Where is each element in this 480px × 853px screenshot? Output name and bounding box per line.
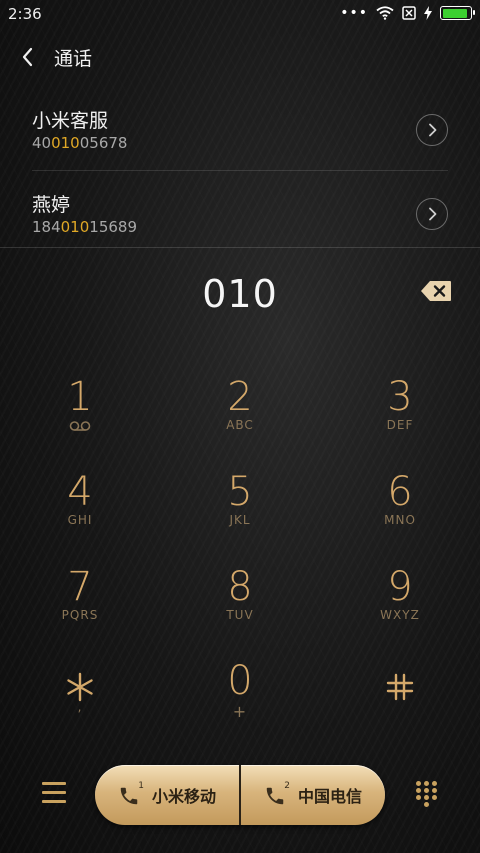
key-hash[interactable] <box>350 664 450 744</box>
call-sim1-button[interactable]: 1 小米移动 <box>95 765 239 825</box>
contact-name: 小米客服 <box>32 110 109 132</box>
phone-sim2-icon: 2 <box>264 781 290 808</box>
header: 通话 <box>0 40 480 76</box>
key-5[interactable]: 5 JKL <box>190 469 290 549</box>
key-digit: 0 <box>227 658 253 704</box>
key-letters: ABC <box>226 418 254 432</box>
no-sim-icon <box>402 6 416 20</box>
call-buttons: 1 小米移动 2 中国电信 <box>95 765 385 825</box>
call-sim2-button[interactable]: 2 中国电信 <box>241 765 385 825</box>
more-dots-icon: ••• <box>340 5 368 21</box>
key-2[interactable]: 2 ABC <box>190 374 290 454</box>
key-letters: DEF <box>386 418 414 432</box>
contact-detail-arrow-icon[interactable] <box>416 114 448 146</box>
key-star[interactable]: , <box>30 664 130 744</box>
contact-detail-arrow-icon[interactable] <box>416 198 448 230</box>
contact-name: 燕婷 <box>32 194 71 216</box>
key-3[interactable]: 3 DEF <box>350 374 450 454</box>
key-0[interactable]: 0 + <box>190 658 290 738</box>
sim1-label: 小米移动 <box>151 787 216 806</box>
key-letters: GHI <box>67 513 93 527</box>
key-letters: TUV <box>226 608 254 622</box>
key-digit: 4 <box>67 469 93 515</box>
key-4[interactable]: 4 GHI <box>30 469 130 549</box>
contact-row[interactable]: 燕婷 18401015689 <box>0 170 480 254</box>
page-title: 通话 <box>54 48 93 70</box>
key-letters: , <box>77 700 83 714</box>
keypad-panel-top-border <box>0 247 480 248</box>
key-digit: 9 <box>387 564 413 610</box>
key-9[interactable]: 9 WXYZ <box>350 564 450 644</box>
asterisk-icon <box>67 672 93 702</box>
key-digit: 2 <box>227 374 253 420</box>
charging-icon <box>424 6 432 20</box>
status-bar: 2:36 ••• <box>0 0 480 28</box>
dialpad-icon[interactable] <box>416 781 438 807</box>
contact-row[interactable]: 小米客服 4001005678 <box>0 86 480 170</box>
back-arrow-icon[interactable] <box>18 44 40 70</box>
status-time: 2:36 <box>8 5 42 23</box>
phone-sim1-icon: 1 <box>118 781 144 808</box>
hash-icon <box>386 673 414 701</box>
key-digit: 7 <box>67 564 93 610</box>
key-digit: 1 <box>67 374 93 420</box>
key-6[interactable]: 6 MNO <box>350 469 450 549</box>
key-1[interactable]: 1 <box>30 374 130 454</box>
dialed-number: 010 <box>202 272 278 316</box>
key-digit: 3 <box>387 374 413 420</box>
backspace-icon[interactable] <box>420 280 452 302</box>
key-letters: WXYZ <box>380 608 420 622</box>
wifi-icon <box>376 6 394 20</box>
key-letters: + <box>232 702 248 721</box>
key-7[interactable]: 7 PQRS <box>30 564 130 644</box>
key-8[interactable]: 8 TUV <box>190 564 290 644</box>
key-letters: JKL <box>229 513 251 527</box>
voicemail-icon <box>69 421 91 431</box>
contact-number: 4001005678 <box>32 134 128 152</box>
battery-icon <box>440 6 475 20</box>
key-digit: 8 <box>227 564 253 610</box>
key-letters: MNO <box>384 513 416 527</box>
key-digit: 5 <box>227 469 253 515</box>
contact-number: 18401015689 <box>32 218 137 236</box>
key-digit: 6 <box>387 469 413 515</box>
menu-icon[interactable] <box>42 782 66 804</box>
status-icons: ••• <box>340 5 475 21</box>
sim2-label: 中国电信 <box>297 787 362 806</box>
key-letters: PQRS <box>61 608 99 622</box>
